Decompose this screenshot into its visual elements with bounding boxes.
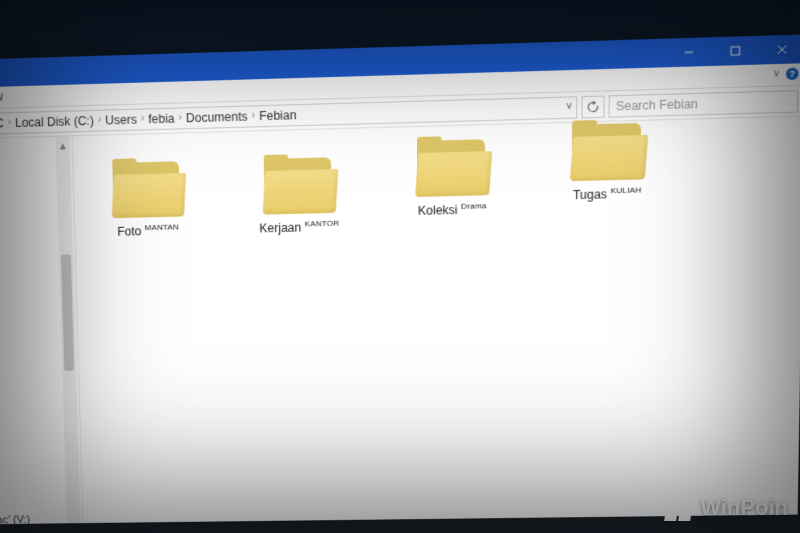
- history-dropdown-icon[interactable]: ˅: [566, 101, 572, 112]
- breadcrumb-item[interactable]: febia: [148, 111, 175, 126]
- chevron-right-icon: ›: [176, 112, 184, 123]
- folder-label: Kerjaan KANTOR: [259, 219, 339, 236]
- maximize-button[interactable]: [712, 36, 759, 66]
- watermark: WinPoin: [666, 495, 788, 521]
- folder-icon: [110, 157, 184, 218]
- breadcrumb-item[interactable]: Local Disk (C:): [15, 113, 94, 129]
- folder-label: Koleksi Drama: [418, 201, 487, 218]
- window-controls: [666, 34, 800, 67]
- folder-content-area[interactable]: Foto MANTAN Kerjaan KANTOR Koleksi Drama: [73, 116, 800, 523]
- navigation-pane[interactable]: ▴ 'Mac' (V:): [0, 136, 83, 524]
- folder-label: Foto MANTAN: [117, 223, 179, 240]
- file-explorer-window: View ˅ ? is PC › Local Disk (C:) › Users…: [0, 34, 800, 524]
- close-button[interactable]: [758, 34, 800, 64]
- folder-icon: [570, 119, 645, 181]
- windows-logo-icon: [664, 495, 694, 521]
- breadcrumb-item[interactable]: is PC: [0, 116, 4, 131]
- folder-icon: [262, 153, 336, 214]
- chevron-right-icon: ›: [250, 110, 258, 121]
- breadcrumb-item[interactable]: Febian: [259, 108, 297, 123]
- explorer-body: ▴ 'Mac' (V:) Foto MANTAN Kerjaan K: [0, 116, 800, 524]
- folder-item[interactable]: Tugas KULIAH: [550, 118, 665, 203]
- scroll-up-arrow[interactable]: ▴: [56, 138, 70, 152]
- search-placeholder: Search Febian: [616, 96, 698, 112]
- folder-icon: [415, 135, 489, 197]
- tab-view[interactable]: View: [0, 87, 11, 106]
- chevron-right-icon: ›: [96, 115, 104, 126]
- scrollbar-thumb[interactable]: [61, 254, 74, 370]
- refresh-button[interactable]: [581, 95, 604, 118]
- chevron-right-icon: ›: [6, 117, 14, 128]
- ribbon-expand-icon[interactable]: ˅: [773, 69, 779, 80]
- chevron-right-icon: ›: [139, 113, 147, 124]
- folder-item[interactable]: Kerjaan KANTOR: [242, 153, 355, 237]
- minimize-button[interactable]: [666, 37, 713, 67]
- folder-item[interactable]: Foto MANTAN: [91, 157, 203, 240]
- breadcrumb-item[interactable]: Documents: [186, 109, 248, 125]
- folder-item[interactable]: Koleksi Drama: [395, 135, 509, 220]
- help-icon[interactable]: ?: [786, 68, 799, 81]
- watermark-text: WinPoin: [700, 495, 788, 521]
- search-input[interactable]: Search Febian: [609, 90, 799, 118]
- folder-label: Tugas KULIAH: [573, 185, 642, 203]
- breadcrumb-item[interactable]: Users: [105, 112, 137, 127]
